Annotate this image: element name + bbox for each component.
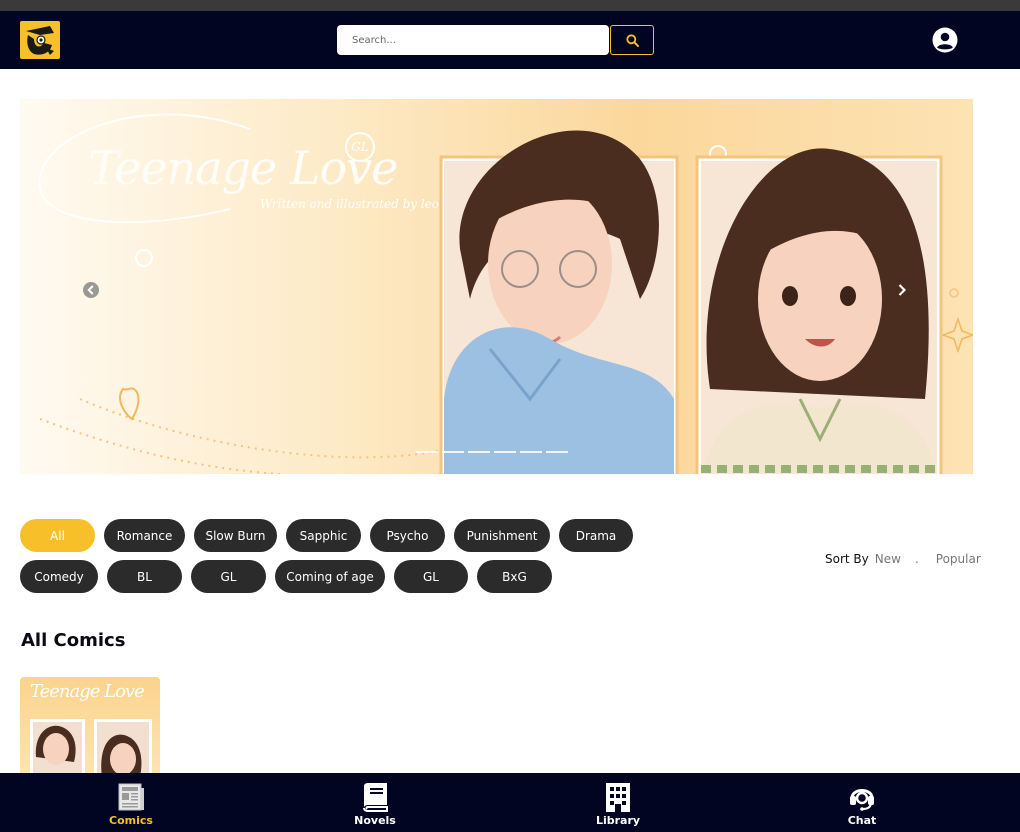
headset-icon (850, 789, 874, 811)
genre-tag-row: Comedy BL GL Coming of age GL BxG (20, 560, 660, 593)
genre-tag-row: All Romance Slow Burn Sapphic Psycho Pun… (20, 519, 660, 552)
featured-carousel[interactable]: Teenage Love GL Written and illustrated … (20, 99, 973, 474)
banner-genre-badge: GL (345, 132, 375, 162)
nav-library[interactable]: Library (558, 773, 678, 832)
carousel-indicator[interactable] (416, 451, 438, 453)
nav-comics[interactable]: Comics (71, 773, 191, 832)
banner-credit: Written and illustrated by leo (260, 197, 440, 211)
carousel-next-button[interactable] (890, 278, 914, 302)
nav-novels[interactable]: Novels (315, 773, 435, 832)
search-button[interactable] (610, 25, 654, 55)
nav-chat-label: Chat (847, 814, 877, 827)
comic-card[interactable]: Teenage Love (20, 677, 160, 777)
newspaper-icon (118, 783, 144, 811)
comic-card-title: Teenage Love (30, 681, 145, 702)
section-title: All Comics (21, 630, 126, 651)
genre-tag-sapphic[interactable]: Sapphic (286, 519, 361, 552)
site-logo[interactable] (20, 21, 60, 59)
genre-tag-gl[interactable]: GL (191, 560, 266, 593)
sort-separator: . (914, 552, 919, 566)
carousel-indicator[interactable] (442, 451, 464, 453)
genre-tag-punishment[interactable]: Punishment (454, 519, 550, 552)
carousel-indicator[interactable] (494, 451, 516, 453)
nav-library-label: Library (595, 814, 641, 827)
carousel-prev-button[interactable] (79, 278, 103, 302)
top-navbar (0, 11, 1020, 69)
genre-tag-coming-of-age[interactable]: Coming of age (275, 560, 385, 593)
sort-label: Sort By (825, 552, 869, 566)
chevron-left-icon (83, 282, 99, 298)
user-account-button[interactable] (932, 27, 958, 53)
genre-tag-gl-2[interactable]: GL (394, 560, 468, 593)
chevron-right-icon (898, 284, 907, 296)
genre-tag-drama[interactable]: Drama (559, 519, 633, 552)
user-circle-icon (932, 27, 958, 53)
sort-option-new[interactable]: New (875, 552, 901, 566)
sort-control: Sort By New . Popular (825, 552, 981, 566)
nav-novels-label: Novels (354, 814, 396, 827)
genre-tag-comedy[interactable]: Comedy (20, 560, 98, 593)
building-icon (606, 783, 630, 812)
search-input[interactable] (337, 25, 609, 55)
carousel-indicators (416, 451, 568, 453)
book-icon (363, 783, 388, 812)
search-icon (625, 33, 639, 47)
genre-filter-tags: All Romance Slow Burn Sapphic Psycho Pun… (20, 519, 660, 601)
sort-option-popular[interactable]: Popular (936, 552, 981, 566)
genre-tag-slow-burn[interactable]: Slow Burn (194, 519, 277, 552)
carousel-indicator[interactable] (520, 451, 542, 453)
browser-top-strip (0, 0, 1020, 11)
carousel-indicator[interactable] (468, 451, 490, 453)
nav-comics-label: Comics (109, 814, 153, 827)
bottom-navigation: Comics Novels Library Chat (0, 773, 1020, 832)
carousel-indicator[interactable] (546, 451, 568, 453)
genre-tag-romance[interactable]: Romance (104, 519, 185, 552)
genre-tag-all[interactable]: All (20, 519, 95, 552)
genre-tag-bl[interactable]: BL (107, 560, 182, 593)
genre-tag-psycho[interactable]: Psycho (370, 519, 445, 552)
genre-tag-bxg[interactable]: BxG (477, 560, 552, 593)
nav-chat[interactable]: Chat (802, 773, 922, 832)
